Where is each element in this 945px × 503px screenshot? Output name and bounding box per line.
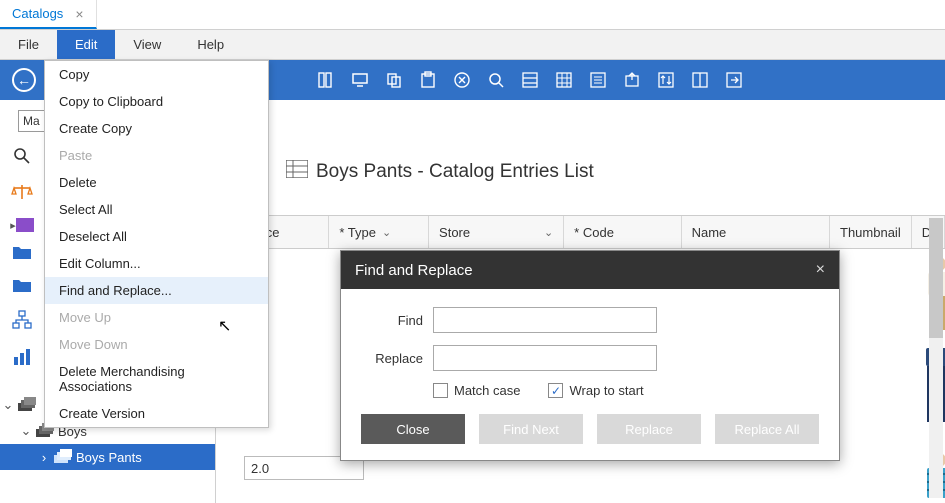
tree-label: Boys Pants — [76, 450, 142, 465]
list-icon[interactable] — [588, 70, 608, 90]
tree-row-boys-pants[interactable]: › Boys Pants — [0, 444, 215, 470]
dialog-body: Find Replace Match case Wrap to start Cl… — [341, 289, 839, 460]
window-tab-catalogs[interactable]: Catalogs × — [0, 0, 97, 29]
close-icon[interactable]: × — [816, 261, 825, 279]
balance-icon[interactable] — [11, 183, 33, 206]
close-button[interactable]: Close — [361, 414, 465, 444]
folder-icon-2[interactable] — [12, 277, 32, 298]
match-case-checkbox[interactable]: Match case — [433, 383, 520, 398]
toolbar-icons — [316, 70, 744, 90]
stack-icon — [54, 449, 72, 466]
chevron-right-icon: › — [38, 450, 50, 465]
menu-item-delete-merch[interactable]: Delete Merchandising Associations — [45, 358, 268, 400]
scrollbar-thumb[interactable] — [929, 218, 943, 338]
table-icon[interactable] — [554, 70, 574, 90]
window-tab-label: Catalogs — [12, 6, 63, 21]
col-type[interactable]: * Type⌄ — [329, 216, 429, 248]
menu-item-deselect-all[interactable]: Deselect All — [45, 223, 268, 250]
tree-icon[interactable] — [12, 310, 32, 335]
menu-item-select-all[interactable]: Select All — [45, 196, 268, 223]
chart-icon[interactable] — [12, 347, 32, 372]
find-next-button[interactable]: Find Next — [479, 414, 583, 444]
sort-icon[interactable] — [656, 70, 676, 90]
col-thumbnail[interactable]: Thumbnail — [830, 216, 912, 248]
menubar: File Edit View Help — [0, 30, 945, 60]
sidebar-tool-icons: ▸ — [0, 100, 44, 372]
export-icon[interactable] — [622, 70, 642, 90]
content-title-row: Boys Pants - Catalog Entries List — [286, 160, 594, 184]
menu-item-move-down: Move Down — [45, 331, 268, 358]
stack-icon — [18, 397, 36, 414]
replace-button[interactable]: Replace — [597, 414, 701, 444]
monitor-icon[interactable] — [350, 70, 370, 90]
chevron-down-icon: ⌄ — [2, 397, 14, 413]
folder-icon[interactable] — [12, 244, 32, 265]
checkbox-icon — [433, 383, 448, 398]
checkbox-label: Match case — [454, 383, 520, 398]
menu-help[interactable]: Help — [179, 30, 242, 59]
paste-icon[interactable] — [418, 70, 438, 90]
menu-item-copy[interactable]: Copy — [45, 61, 268, 88]
split-icon[interactable] — [690, 70, 710, 90]
chevron-down-icon: ⌄ — [382, 226, 391, 239]
col-code[interactable]: * Code — [564, 216, 681, 248]
menu-view[interactable]: View — [115, 30, 179, 59]
cursor-icon: ↖ — [218, 316, 231, 336]
col-store[interactable]: Store⌄ — [429, 216, 564, 248]
purple-catalog-icon[interactable]: ▸ — [10, 218, 34, 232]
replace-all-button[interactable]: Replace All — [715, 414, 819, 444]
menu-item-edit-column[interactable]: Edit Column... — [45, 250, 268, 277]
find-label: Find — [361, 313, 423, 328]
back-button[interactable]: ← — [12, 68, 36, 92]
find-input[interactable] — [433, 307, 657, 333]
delete-icon[interactable] — [452, 70, 472, 90]
replace-input[interactable] — [433, 345, 657, 371]
chevron-down-icon: ⌄ — [20, 423, 32, 439]
find-replace-dialog: Find and Replace × Find Replace Match ca… — [340, 250, 840, 461]
menu-item-delete[interactable]: Delete — [45, 169, 268, 196]
checkbox-checked-icon — [548, 383, 563, 398]
edit-dropdown: Copy Copy to Clipboard Create Copy Paste… — [44, 60, 269, 428]
menu-item-paste: Paste — [45, 142, 268, 169]
dialog-title: Find and Replace — [355, 262, 473, 279]
menu-item-create-version[interactable]: Create Version — [45, 400, 268, 427]
grid-icon[interactable] — [520, 70, 540, 90]
menu-edit[interactable]: Edit — [57, 30, 115, 59]
col-name[interactable]: Name — [682, 216, 830, 248]
menu-item-find-replace[interactable]: Find and Replace... — [45, 277, 268, 304]
menu-item-move-up: Move Up — [45, 304, 268, 331]
close-icon[interactable]: × — [75, 6, 83, 22]
search-icon[interactable] — [486, 70, 506, 90]
window-tab-bar: Catalogs × — [0, 0, 945, 30]
import-icon[interactable] — [724, 70, 744, 90]
dialog-titlebar[interactable]: Find and Replace × — [341, 251, 839, 289]
list-view-icon — [286, 160, 308, 184]
menu-file[interactable]: File — [0, 30, 57, 59]
entries-grid: uence * Type⌄ Store⌄ * Code Name Thumbna… — [234, 215, 945, 249]
wrap-start-checkbox[interactable]: Wrap to start — [548, 383, 643, 398]
menu-item-create-copy[interactable]: Create Copy — [45, 115, 268, 142]
search-icon[interactable] — [12, 146, 32, 171]
chevron-down-icon: ⌄ — [544, 226, 553, 239]
page-title: Boys Pants - Catalog Entries List — [316, 161, 594, 183]
checkbox-label: Wrap to start — [569, 383, 643, 398]
grid-header: uence * Type⌄ Store⌄ * Code Name Thumbna… — [234, 215, 945, 249]
replace-label: Replace — [361, 351, 423, 366]
vertical-scrollbar[interactable] — [929, 218, 943, 498]
copy-icon[interactable] — [384, 70, 404, 90]
menu-item-copy-clipboard[interactable]: Copy to Clipboard — [45, 88, 268, 115]
arrow-left-icon: ← — [17, 72, 31, 88]
catalog-icon[interactable] — [316, 70, 336, 90]
